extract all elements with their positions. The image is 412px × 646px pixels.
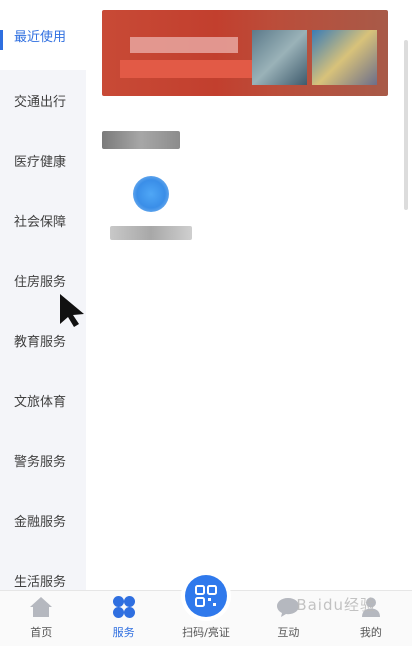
sidebar-item-finance[interactable]: 金融服务 xyxy=(0,490,86,550)
sidebar-item-label: 生活服务 xyxy=(14,574,67,590)
sidebar-item-life[interactable]: 生活服务 xyxy=(0,550,86,590)
sidebar-item-label: 警务服务 xyxy=(14,454,67,470)
scrollbar[interactable] xyxy=(404,40,408,210)
nav-label: 首页 xyxy=(30,626,53,639)
app-label-pixelated xyxy=(110,226,192,240)
recent-app-tile[interactable] xyxy=(110,176,192,240)
sidebar-item-label: 社会保障 xyxy=(14,214,67,230)
services-icon xyxy=(112,595,136,619)
sidebar-item-medical[interactable]: 医疗健康 xyxy=(0,130,86,190)
sidebar-item-culture-sports[interactable]: 文旅体育 xyxy=(0,370,86,430)
sidebar-item-label: 金融服务 xyxy=(14,514,67,530)
nav-home[interactable]: 首页 xyxy=(0,591,82,646)
nav-label: 扫码/亮证 xyxy=(182,626,230,639)
nav-label: 互动 xyxy=(277,626,300,639)
sidebar-item-label: 交通出行 xyxy=(14,94,67,110)
app-icon xyxy=(133,176,169,212)
nav-scan[interactable]: 扫码/亮证 xyxy=(165,575,247,646)
banner-subtitle-pixelated xyxy=(120,60,258,78)
app-screen: 最近使用 交通出行 医疗健康 社会保障 住房服务 教育服务 文旅体育 警务服务 … xyxy=(0,0,412,646)
qr-scan-icon xyxy=(185,575,228,617)
banner-title-pixelated xyxy=(130,37,238,53)
nav-services[interactable]: 服务 xyxy=(82,591,164,646)
home-icon xyxy=(29,595,53,619)
banner-photo xyxy=(312,30,377,85)
sidebar-item-label: 文旅体育 xyxy=(14,394,67,410)
sidebar-item-label: 最近使用 xyxy=(14,29,67,45)
sidebar-item-label: 教育服务 xyxy=(14,334,67,350)
banner-photo xyxy=(252,30,307,85)
watermark: Baidu经验 xyxy=(296,596,376,614)
section-title-pixelated xyxy=(102,131,180,149)
main-content xyxy=(86,0,412,590)
mouse-cursor-icon xyxy=(60,294,84,327)
nav-label: 我的 xyxy=(359,626,382,639)
sidebar-item-transport[interactable]: 交通出行 xyxy=(0,70,86,130)
sidebar-item-label: 住房服务 xyxy=(14,274,67,290)
promo-banner[interactable] xyxy=(102,10,388,96)
sidebar-item-label: 医疗健康 xyxy=(14,154,67,170)
sidebar-item-recent[interactable]: 最近使用 xyxy=(0,0,86,70)
nav-label: 服务 xyxy=(112,626,135,639)
sidebar-item-police[interactable]: 警务服务 xyxy=(0,430,86,490)
sidebar-item-social-security[interactable]: 社会保障 xyxy=(0,190,86,250)
